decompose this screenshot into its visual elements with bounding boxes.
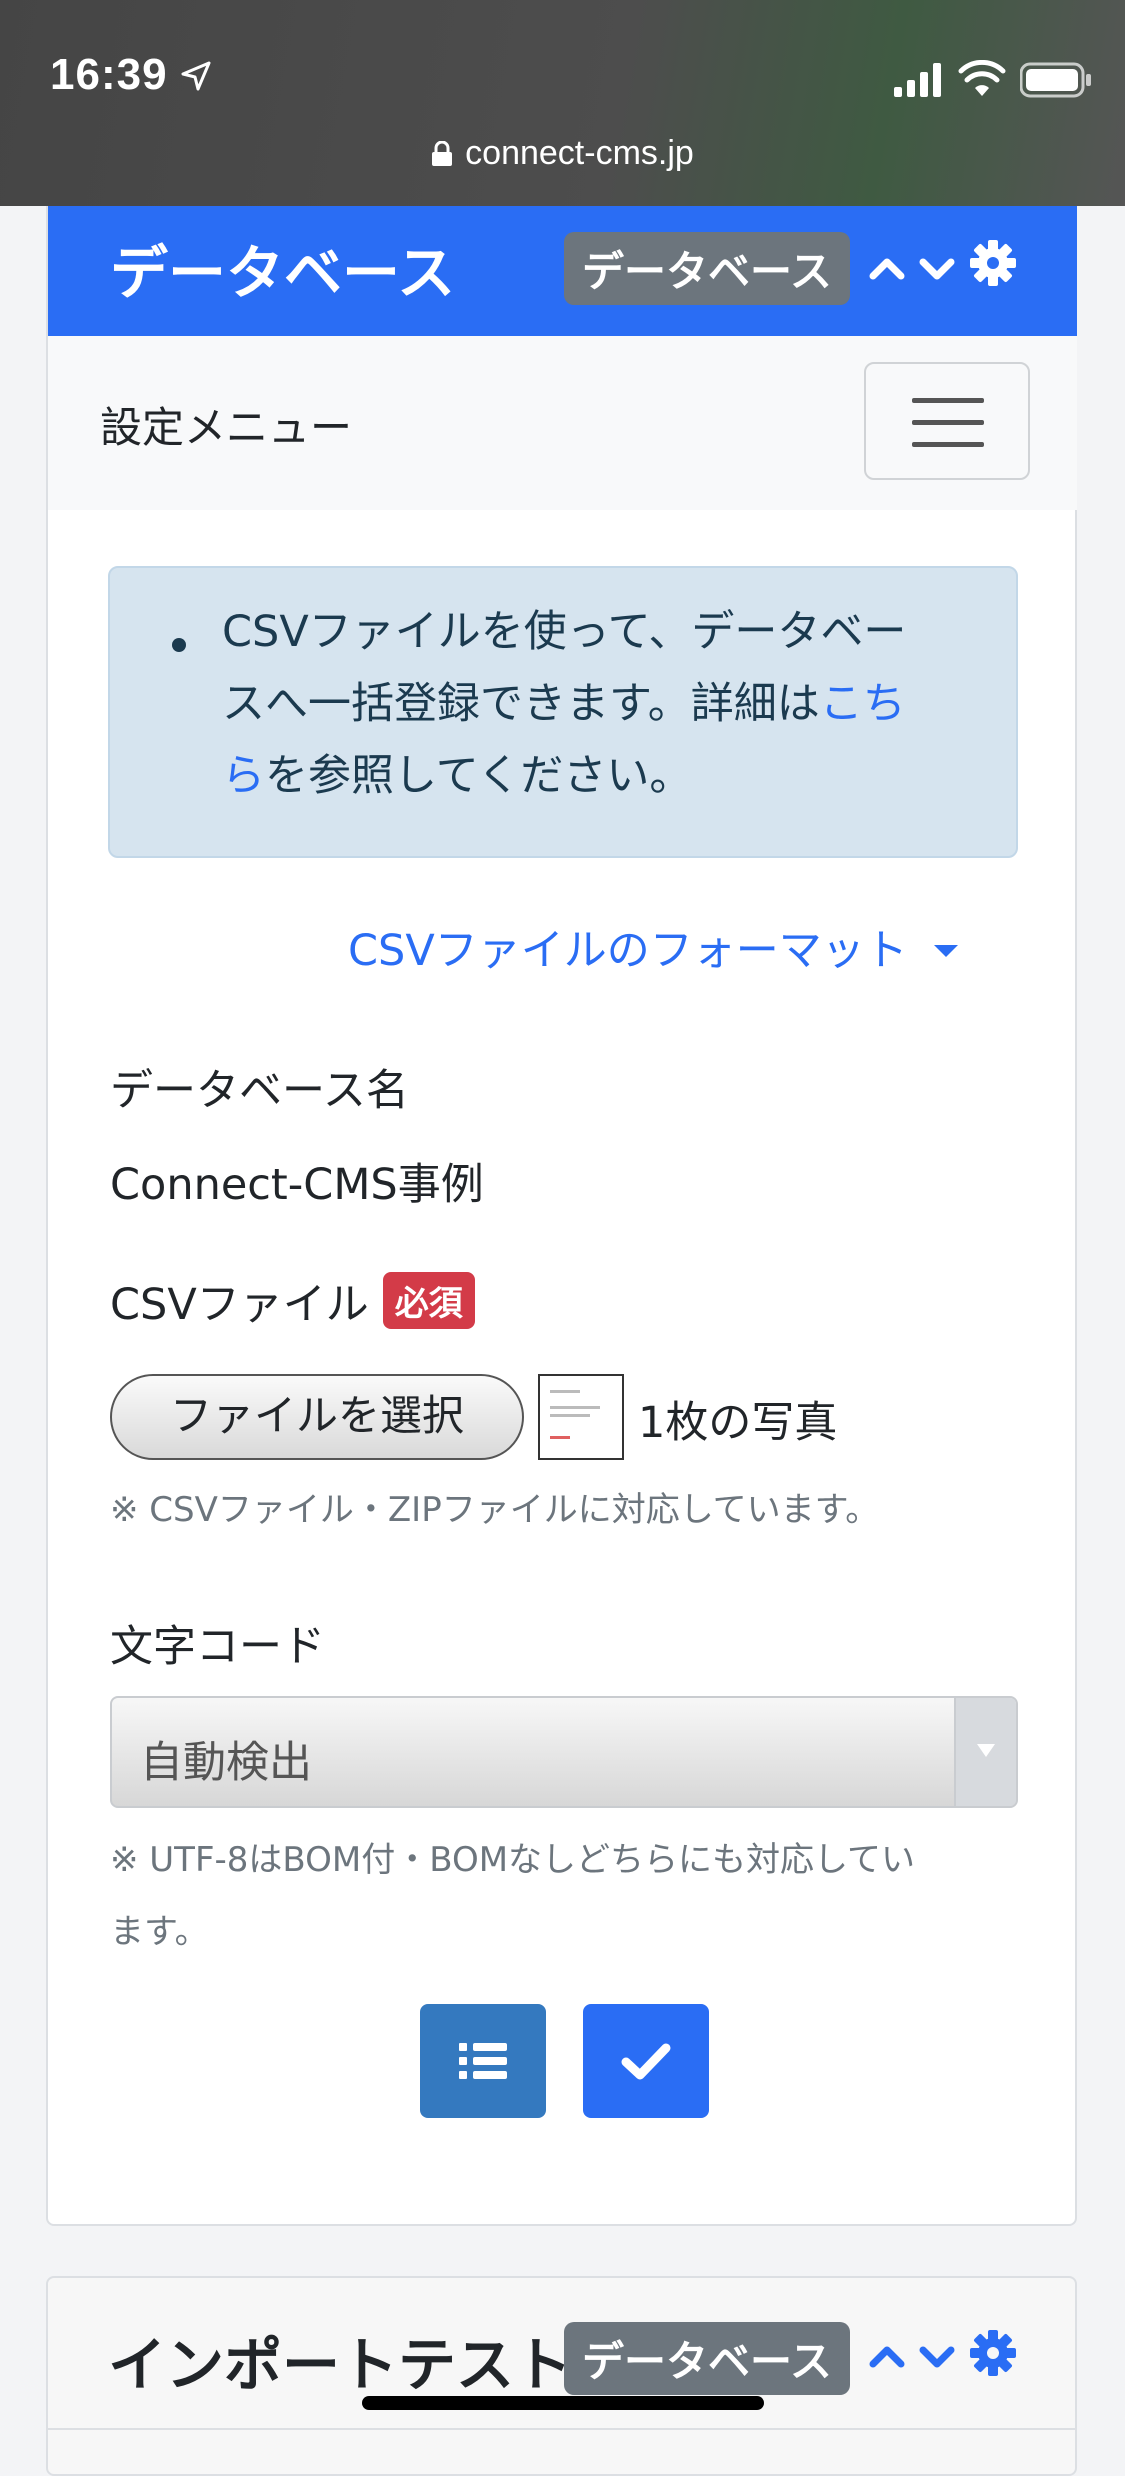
menu-toggle-button[interactable] [864, 362, 1030, 480]
photo-thumbnail [538, 1374, 624, 1460]
encoding-help-line2: ます。 [110, 1912, 209, 1952]
url-bar[interactable]: connect-cms.jp [0, 134, 1125, 173]
db-name-label: データベース名 [110, 1066, 409, 1116]
csv-file-label: CSVファイル 必須 [110, 1270, 475, 1332]
settings-menu-label: 設定メニュー [100, 403, 353, 452]
wifi-icon [958, 60, 1006, 96]
info-text-before: CSVファイルを使って、データベースへ一括登録できます。詳細は [222, 607, 907, 729]
gear-icon[interactable] [968, 238, 1018, 288]
database-import-frame: データベース データベース 設定メニュー CSVファイルを使って、データベースへ… [46, 206, 1077, 2226]
chevron-up-icon[interactable] [866, 248, 908, 290]
divider [48, 2428, 1077, 2430]
plugin-badge: データベース [564, 232, 850, 305]
choose-file-button[interactable]: ファイルを選択 [110, 1374, 524, 1460]
gear-icon[interactable] [968, 2328, 1018, 2378]
chevron-down-icon[interactable] [916, 2336, 958, 2378]
encoding-select[interactable]: 自動検出 [110, 1696, 1018, 1808]
list-icon [459, 2043, 507, 2079]
encoding-select-value: 自動検出 [140, 1738, 312, 1788]
confirm-button[interactable] [583, 2004, 709, 2118]
db-name-value: Connect-CMS事例 [110, 1160, 484, 1210]
info-text: CSVファイルを使って、データベースへ一括登録できます。詳細はこちらを参照してく… [222, 596, 942, 812]
chevron-up-icon[interactable] [866, 2336, 908, 2378]
required-badge: 必須 [382, 1272, 475, 1329]
info-text-after: を参照してください。 [265, 751, 693, 801]
encoding-label: 文字コード [110, 1622, 325, 1672]
frame-title-2: インポートテスト [108, 2331, 573, 2399]
home-indicator[interactable] [362, 2396, 764, 2410]
import-test-frame: インポートテスト データベース [46, 2276, 1077, 2476]
lock-icon [432, 141, 453, 166]
status-time: 16:39 [50, 50, 168, 99]
encoding-help-line1: ※ UTF-8はBOM付・BOMなしどちらにも対応してい [110, 1840, 916, 1880]
csv-file-label-text: CSVファイル [110, 1280, 369, 1330]
caret-down-icon [933, 945, 958, 957]
url-text: connect-cms.jp [465, 134, 694, 172]
location-arrow-icon [181, 61, 211, 91]
frame-header: データベース データベース [48, 206, 1077, 336]
csv-format-toggle-label: CSVファイルのフォーマット [348, 926, 908, 976]
plugin-badge-2: データベース [564, 2322, 850, 2395]
info-alert: CSVファイルを使って、データベースへ一括登録できます。詳細はこちらを参照してく… [108, 566, 1018, 858]
select-arrow-icon [954, 1698, 1016, 1806]
csv-format-toggle[interactable]: CSVファイルのフォーマット [348, 916, 958, 978]
frame-title: データベース [110, 239, 456, 307]
selected-file-name: 1枚の写真 [638, 1398, 838, 1448]
signal-icon [894, 63, 941, 97]
check-icon [621, 2043, 671, 2080]
bullet [172, 638, 186, 652]
battery-icon [1020, 62, 1091, 98]
list-button[interactable] [420, 2004, 546, 2118]
chevron-down-icon[interactable] [916, 248, 958, 290]
csv-help-text: ※ CSVファイル・ZIPファイルに対応しています。 [110, 1490, 880, 1530]
status-bar: 16:39 connect-cms.jp [0, 0, 1125, 206]
